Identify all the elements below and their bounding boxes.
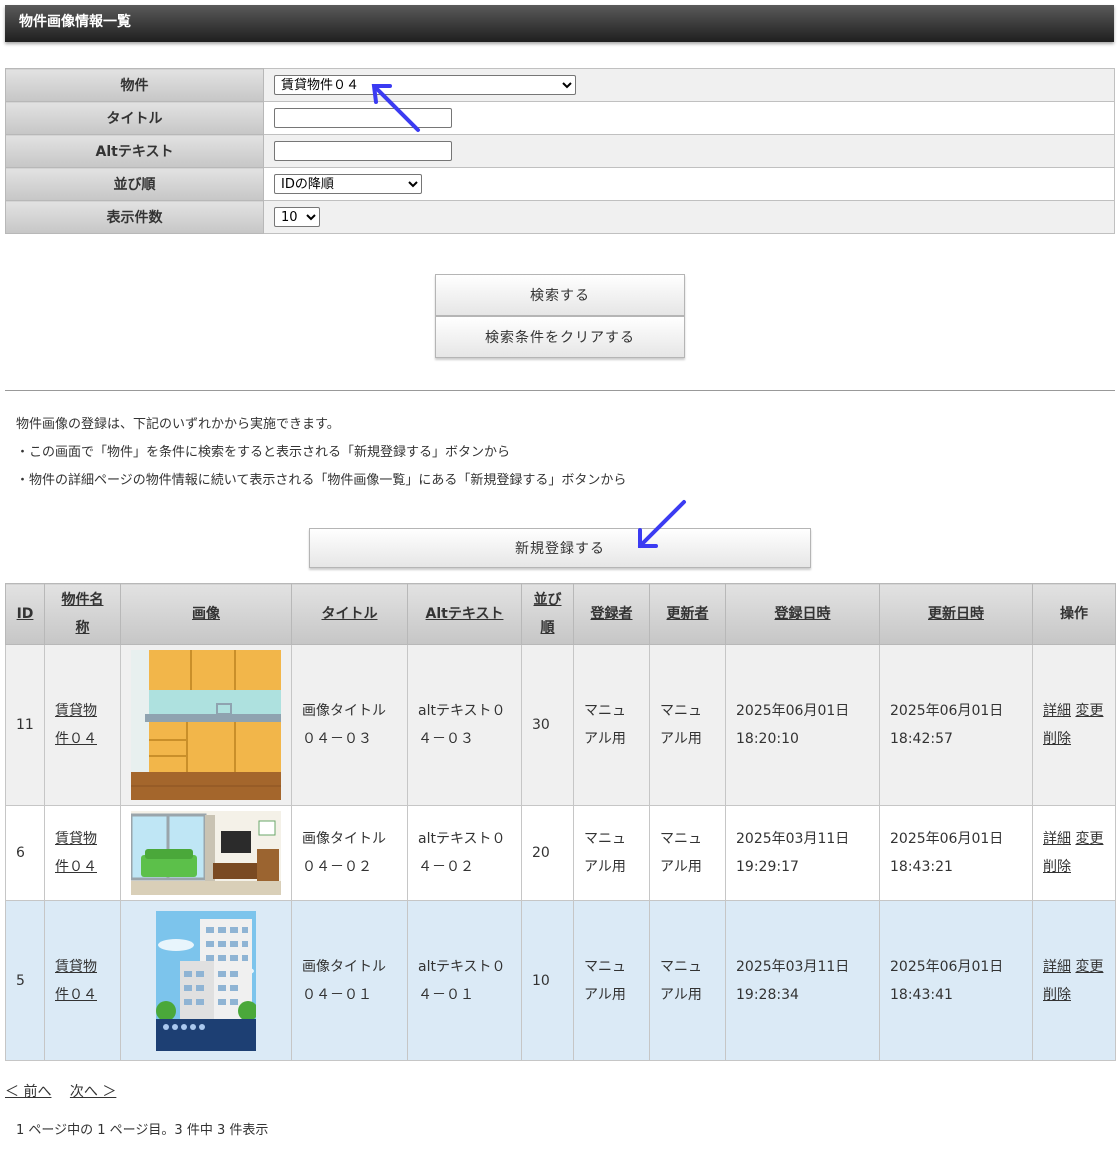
page-title-bar: 物件画像情報一覧 [5, 5, 1114, 42]
cell-alt: altテキスト０４－０２ [407, 805, 522, 901]
form-row-alt: Altテキスト [5, 134, 1115, 168]
cell-updated-time: 18:42:57 [890, 731, 953, 747]
table-row: 11 賃貸物件０４ 画像タイトル０４－０３ altテキスト０４－０３ 30 マニ… [5, 644, 1116, 806]
cell-title: 画像タイトル０４－０２ [291, 805, 408, 901]
actions-header: 操作 [1032, 583, 1116, 645]
cell-created-date: 2025年03月11日 [736, 831, 850, 847]
note-line-1: 物件画像の登録は、下記のいずれかから実施できます。 [16, 417, 340, 432]
next-page-link[interactable]: 次へ ＞ [70, 1084, 116, 1100]
sort-alt-link[interactable]: Altテキスト [426, 606, 504, 622]
prev-page-link[interactable]: ＜ 前へ [5, 1084, 51, 1100]
living-room-image[interactable] [131, 811, 281, 895]
property-link[interactable]: 賃貸物件０４ [55, 959, 97, 1003]
delete-link[interactable]: 削除 [1043, 987, 1071, 1003]
property-link[interactable]: 賃貸物件０４ [55, 703, 97, 747]
kitchen-image[interactable] [131, 650, 281, 800]
cell-title: 画像タイトル０４－０１ [291, 900, 408, 1061]
form-row-title: タイトル [5, 101, 1115, 135]
sort-order-link[interactable]: 並び順 [533, 586, 563, 642]
pager: ＜ 前へ 次へ ＞ [5, 1081, 130, 1101]
cell-updated-time: 18:43:21 [890, 859, 953, 875]
cell-created-date: 2025年06月01日 [736, 703, 850, 719]
page-title: 物件画像情報一覧 [19, 14, 131, 30]
sort-title-link[interactable]: タイトル [322, 606, 378, 622]
cell-updated-date: 2025年06月01日 [890, 958, 1004, 975]
cell-updater: マニュアル用 [649, 644, 726, 806]
title-label: タイトル [5, 101, 264, 135]
edit-link[interactable]: 変更 [1075, 831, 1103, 847]
note-line-2: ・この画面で「物件」を条件に検索をすると表示される「新規登録する」ボタンから [16, 445, 511, 460]
cell-updated-date: 2025年06月01日 [890, 703, 1004, 719]
sort-select[interactable]: IDの降順 [274, 174, 422, 194]
cell-updater: マニュアル用 [649, 900, 726, 1061]
cell-updater: マニュアル用 [649, 805, 726, 901]
table-row: 5 賃貸物件０４ 画像タイトル０４－０１ altテキスト０４－０１ 10 マニュ… [5, 900, 1116, 1061]
cell-title: 画像タイトル０４－０３ [291, 644, 408, 806]
apartment-building-image[interactable] [156, 910, 256, 1051]
sort-registrant-link[interactable]: 登録者 [591, 606, 633, 622]
sort-updater-link[interactable]: 更新者 [667, 606, 709, 622]
search-button[interactable]: 検索する [435, 274, 685, 316]
cell-created-date: 2025年03月11日 [736, 958, 850, 975]
table-row: 6 賃貸物件０４ 画像タイトル０４－０２ altテキスト０４－０２ 20 マニュ… [5, 805, 1116, 901]
cell-id: 11 [5, 644, 45, 806]
form-row-count: 表示件数 10 [5, 200, 1115, 234]
detail-link[interactable]: 詳細 [1043, 831, 1071, 847]
cell-updated-date: 2025年06月01日 [890, 831, 1004, 847]
sort-created-link[interactable]: 登録日時 [775, 606, 831, 622]
new-register-button[interactable]: 新規登録する [309, 528, 811, 568]
sort-updated-link[interactable]: 更新日時 [928, 606, 984, 622]
title-input[interactable] [274, 108, 452, 128]
cell-updated-time: 18:43:41 [890, 986, 953, 1003]
alt-label: Altテキスト [5, 134, 264, 168]
property-label: 物件 [5, 68, 264, 102]
sort-image-link[interactable]: 画像 [192, 606, 220, 622]
cell-registrant: マニュアル用 [573, 900, 650, 1061]
search-form: 物件 賃貸物件０４ タイトル Altテキスト 並び順 IDの降順 表示件数 10 [5, 68, 1115, 234]
form-row-sort: 並び順 IDの降順 [5, 167, 1115, 201]
cell-order: 10 [521, 900, 574, 1061]
page-info: 1 ページ中の 1 ページ目。3 件中 3 件表示 [16, 1123, 269, 1138]
property-link[interactable]: 賃貸物件０４ [55, 831, 97, 875]
image-list-table: ID 物件名称 画像 タイトル Altテキスト 並び順 登録者 更新者 登録日時… [5, 583, 1116, 1061]
delete-link[interactable]: 削除 [1043, 859, 1071, 875]
count-select[interactable]: 10 [274, 207, 320, 227]
delete-link[interactable]: 削除 [1043, 731, 1071, 747]
cell-created-time: 18:20:10 [736, 731, 799, 747]
table-header-row: ID 物件名称 画像 タイトル Altテキスト 並び順 登録者 更新者 登録日時… [5, 583, 1116, 645]
sort-id-link[interactable]: ID [17, 606, 34, 622]
cell-created-time: 19:29:17 [736, 859, 799, 875]
cell-registrant: マニュアル用 [573, 644, 650, 806]
edit-link[interactable]: 変更 [1075, 959, 1103, 975]
form-row-property: 物件 賃貸物件０４ [5, 68, 1115, 102]
cell-order: 20 [521, 805, 574, 901]
cell-alt: altテキスト０４－０１ [407, 900, 522, 1061]
cell-order: 30 [521, 644, 574, 806]
cell-created-time: 19:28:34 [736, 986, 799, 1003]
note-line-3: ・物件の詳細ページの物件情報に続いて表示される「物件画像一覧」にある「新規登録す… [16, 473, 627, 488]
detail-link[interactable]: 詳細 [1043, 959, 1071, 975]
cell-id: 5 [5, 900, 45, 1061]
property-select[interactable]: 賃貸物件０４ [274, 75, 576, 95]
cell-alt: altテキスト０４－０３ [407, 644, 522, 806]
clear-search-button[interactable]: 検索条件をクリアする [435, 316, 685, 358]
edit-link[interactable]: 変更 [1075, 703, 1103, 719]
divider [5, 390, 1115, 391]
detail-link[interactable]: 詳細 [1043, 703, 1071, 719]
sort-label: 並び順 [5, 167, 264, 201]
cell-id: 6 [5, 805, 45, 901]
count-label: 表示件数 [5, 200, 264, 234]
alt-input[interactable] [274, 141, 452, 161]
cell-registrant: マニュアル用 [573, 805, 650, 901]
sort-property-link[interactable]: 物件名称 [60, 586, 106, 642]
